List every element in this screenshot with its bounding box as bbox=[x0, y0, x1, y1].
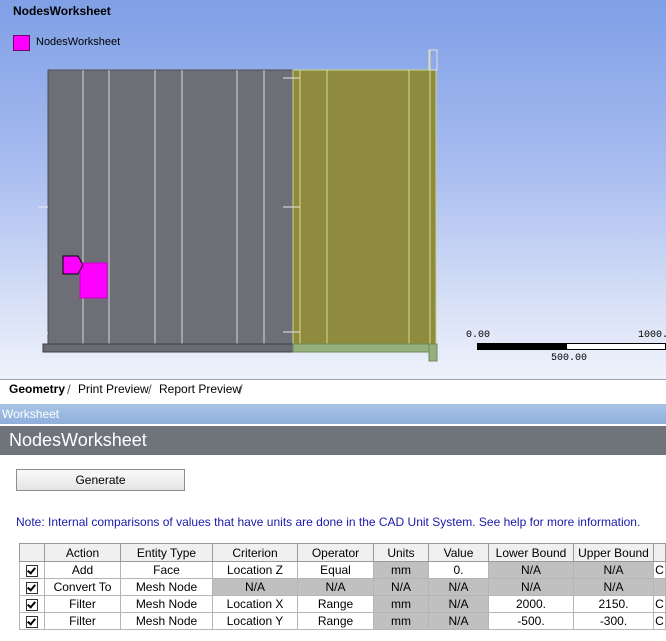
column-header[interactable]: Action bbox=[44, 543, 121, 562]
action-cell[interactable]: Filter bbox=[44, 595, 121, 613]
overflow-cell: C bbox=[653, 612, 666, 630]
scale-mid-label: 500.00 bbox=[551, 353, 588, 364]
column-header bbox=[19, 543, 45, 562]
operator-cell: N/A bbox=[297, 578, 374, 596]
gray-bottom-plate bbox=[42, 343, 296, 353]
geometry-model[interactable] bbox=[0, 0, 666, 379]
tab-separator: / bbox=[148, 382, 152, 397]
worksheet-header: NodesWorksheet bbox=[0, 426, 666, 455]
entity-type-cell[interactable]: Mesh Node bbox=[120, 612, 213, 630]
tab-separator: / bbox=[239, 382, 243, 397]
selected-nodes-region[interactable] bbox=[79, 262, 108, 299]
units-cell: mm bbox=[373, 595, 429, 613]
value-cell: N/A bbox=[428, 595, 489, 613]
action-cell[interactable]: Add bbox=[44, 561, 121, 579]
worksheet-panel-title: Worksheet bbox=[2, 407, 60, 421]
gray-body bbox=[47, 69, 294, 345]
criterion-cell[interactable]: Location Z bbox=[212, 561, 298, 579]
tab-geometry[interactable]: Geometry bbox=[7, 382, 67, 396]
upper-bound-cell: N/A bbox=[573, 561, 654, 579]
entity-type-cell[interactable]: Mesh Node bbox=[120, 578, 213, 596]
column-header[interactable]: Criterion bbox=[212, 543, 298, 562]
upper-bound-cell[interactable]: -300. bbox=[573, 612, 654, 630]
worksheet-panel-titlebar: Worksheet bbox=[0, 404, 666, 424]
action-cell[interactable]: Filter bbox=[44, 612, 121, 630]
table-row[interactable]: Filter Mesh Node Location X Range mm N/A… bbox=[19, 595, 666, 613]
scale-max-label: 1000. bbox=[638, 330, 666, 341]
action-cell[interactable]: Convert To bbox=[44, 578, 121, 596]
criterion-cell[interactable]: Location X bbox=[212, 595, 298, 613]
green-bottom-tab bbox=[428, 343, 438, 362]
column-header[interactable]: Units bbox=[373, 543, 429, 562]
overflow-cell: C bbox=[653, 595, 666, 613]
olive-body bbox=[292, 69, 437, 345]
criterion-cell[interactable]: Location Y bbox=[212, 612, 298, 630]
lower-bound-cell[interactable]: 2000. bbox=[488, 595, 574, 613]
scale-bar-white bbox=[566, 343, 666, 350]
row-checkbox-cell[interactable] bbox=[19, 612, 45, 630]
row-checkbox-cell[interactable] bbox=[19, 561, 45, 579]
row-checkbox[interactable] bbox=[26, 615, 38, 628]
tab-separator: / bbox=[67, 382, 71, 397]
selection-marker bbox=[62, 255, 84, 275]
table-row[interactable]: Add Face Location Z Equal mm 0. N/A N/A … bbox=[19, 561, 666, 579]
green-bottom-plate bbox=[292, 343, 437, 353]
scale-bar-black bbox=[477, 343, 566, 350]
overflow-cell bbox=[653, 578, 666, 596]
overflow-cell: C bbox=[653, 561, 666, 579]
units-cell: N/A bbox=[373, 578, 429, 596]
lower-bound-cell: N/A bbox=[488, 578, 574, 596]
graphics-viewport[interactable]: NodesWorksheet NodesWorksheet 0.00 1000.… bbox=[0, 0, 666, 379]
operator-cell[interactable]: Range bbox=[297, 595, 374, 613]
column-header[interactable]: Entity Type bbox=[120, 543, 213, 562]
tab-print-preview[interactable]: Print Preview bbox=[76, 382, 151, 396]
row-checkbox[interactable] bbox=[26, 581, 38, 594]
worksheet-title: NodesWorksheet bbox=[9, 430, 147, 450]
column-header[interactable]: Upper Bound bbox=[573, 543, 654, 562]
column-header[interactable]: Value bbox=[428, 543, 489, 562]
lower-bound-cell: N/A bbox=[488, 561, 574, 579]
cad-unit-note: Note: Internal comparisons of values tha… bbox=[16, 515, 641, 529]
generate-button[interactable]: Generate bbox=[16, 469, 185, 491]
operator-cell[interactable]: Equal bbox=[297, 561, 374, 579]
upper-bound-cell: N/A bbox=[573, 578, 654, 596]
scale-min-label: 0.00 bbox=[466, 330, 491, 341]
value-cell[interactable]: 0. bbox=[428, 561, 489, 579]
criteria-table: Action Entity Type Criterion Operator Un… bbox=[19, 543, 666, 630]
row-checkbox[interactable] bbox=[26, 598, 38, 611]
column-header[interactable]: Operator bbox=[297, 543, 374, 562]
entity-type-cell[interactable]: Mesh Node bbox=[120, 595, 213, 613]
upper-bound-cell[interactable]: 2150. bbox=[573, 595, 654, 613]
view-tab-strip: Geometry / Print Preview / Report Previe… bbox=[0, 379, 666, 402]
criterion-cell: N/A bbox=[212, 578, 298, 596]
units-cell: mm bbox=[373, 612, 429, 630]
row-checkbox-cell[interactable] bbox=[19, 578, 45, 596]
tab-report-preview[interactable]: Report Preview bbox=[157, 382, 243, 396]
value-cell: N/A bbox=[428, 612, 489, 630]
entity-type-cell[interactable]: Face bbox=[120, 561, 213, 579]
operator-cell[interactable]: Range bbox=[297, 612, 374, 630]
row-checkbox[interactable] bbox=[26, 564, 38, 577]
lower-bound-cell[interactable]: -500. bbox=[488, 612, 574, 630]
units-cell: mm bbox=[373, 561, 429, 579]
table-row[interactable]: Convert To Mesh Node N/A N/A N/A N/A N/A… bbox=[19, 578, 666, 596]
column-header bbox=[653, 543, 666, 562]
table-header-row: Action Entity Type Criterion Operator Un… bbox=[19, 543, 666, 562]
column-header[interactable]: Lower Bound bbox=[488, 543, 574, 562]
value-cell: N/A bbox=[428, 578, 489, 596]
row-checkbox-cell[interactable] bbox=[19, 595, 45, 613]
table-row[interactable]: Filter Mesh Node Location Y Range mm N/A… bbox=[19, 612, 666, 630]
